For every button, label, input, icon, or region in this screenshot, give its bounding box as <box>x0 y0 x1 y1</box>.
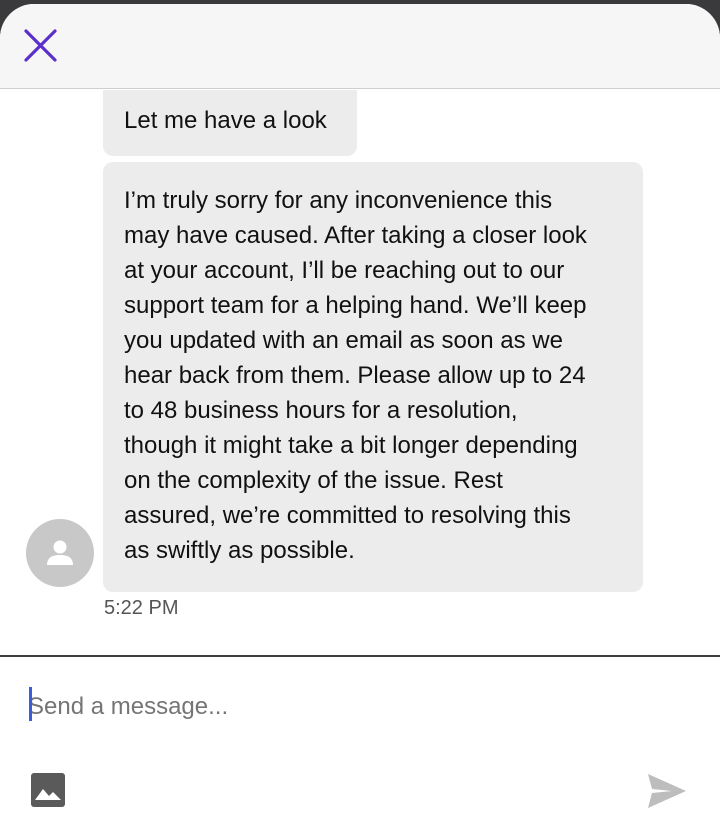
message-bubble: I’m truly sorry for any inconvenience th… <box>103 162 643 592</box>
user-icon <box>47 540 73 565</box>
message-timestamp: 5:22 PM <box>104 597 179 619</box>
send-icon <box>648 774 686 808</box>
image-icon <box>31 773 65 807</box>
text-caret <box>29 687 32 721</box>
chat-sheet: Let me have a look I’m truly sorry for a… <box>0 4 720 826</box>
message-text: I’m truly sorry for any inconvenience th… <box>124 187 587 564</box>
avatar <box>26 519 94 587</box>
close-icon <box>24 29 57 62</box>
chat-header <box>0 4 720 89</box>
attach-image-button[interactable] <box>31 773 65 807</box>
message-text: Let me have a look <box>124 107 327 134</box>
message-input[interactable] <box>28 687 668 727</box>
message-composer <box>0 655 720 826</box>
message-bubble: Let me have a look <box>103 90 357 156</box>
send-button[interactable] <box>646 771 688 811</box>
close-button[interactable] <box>22 26 60 64</box>
